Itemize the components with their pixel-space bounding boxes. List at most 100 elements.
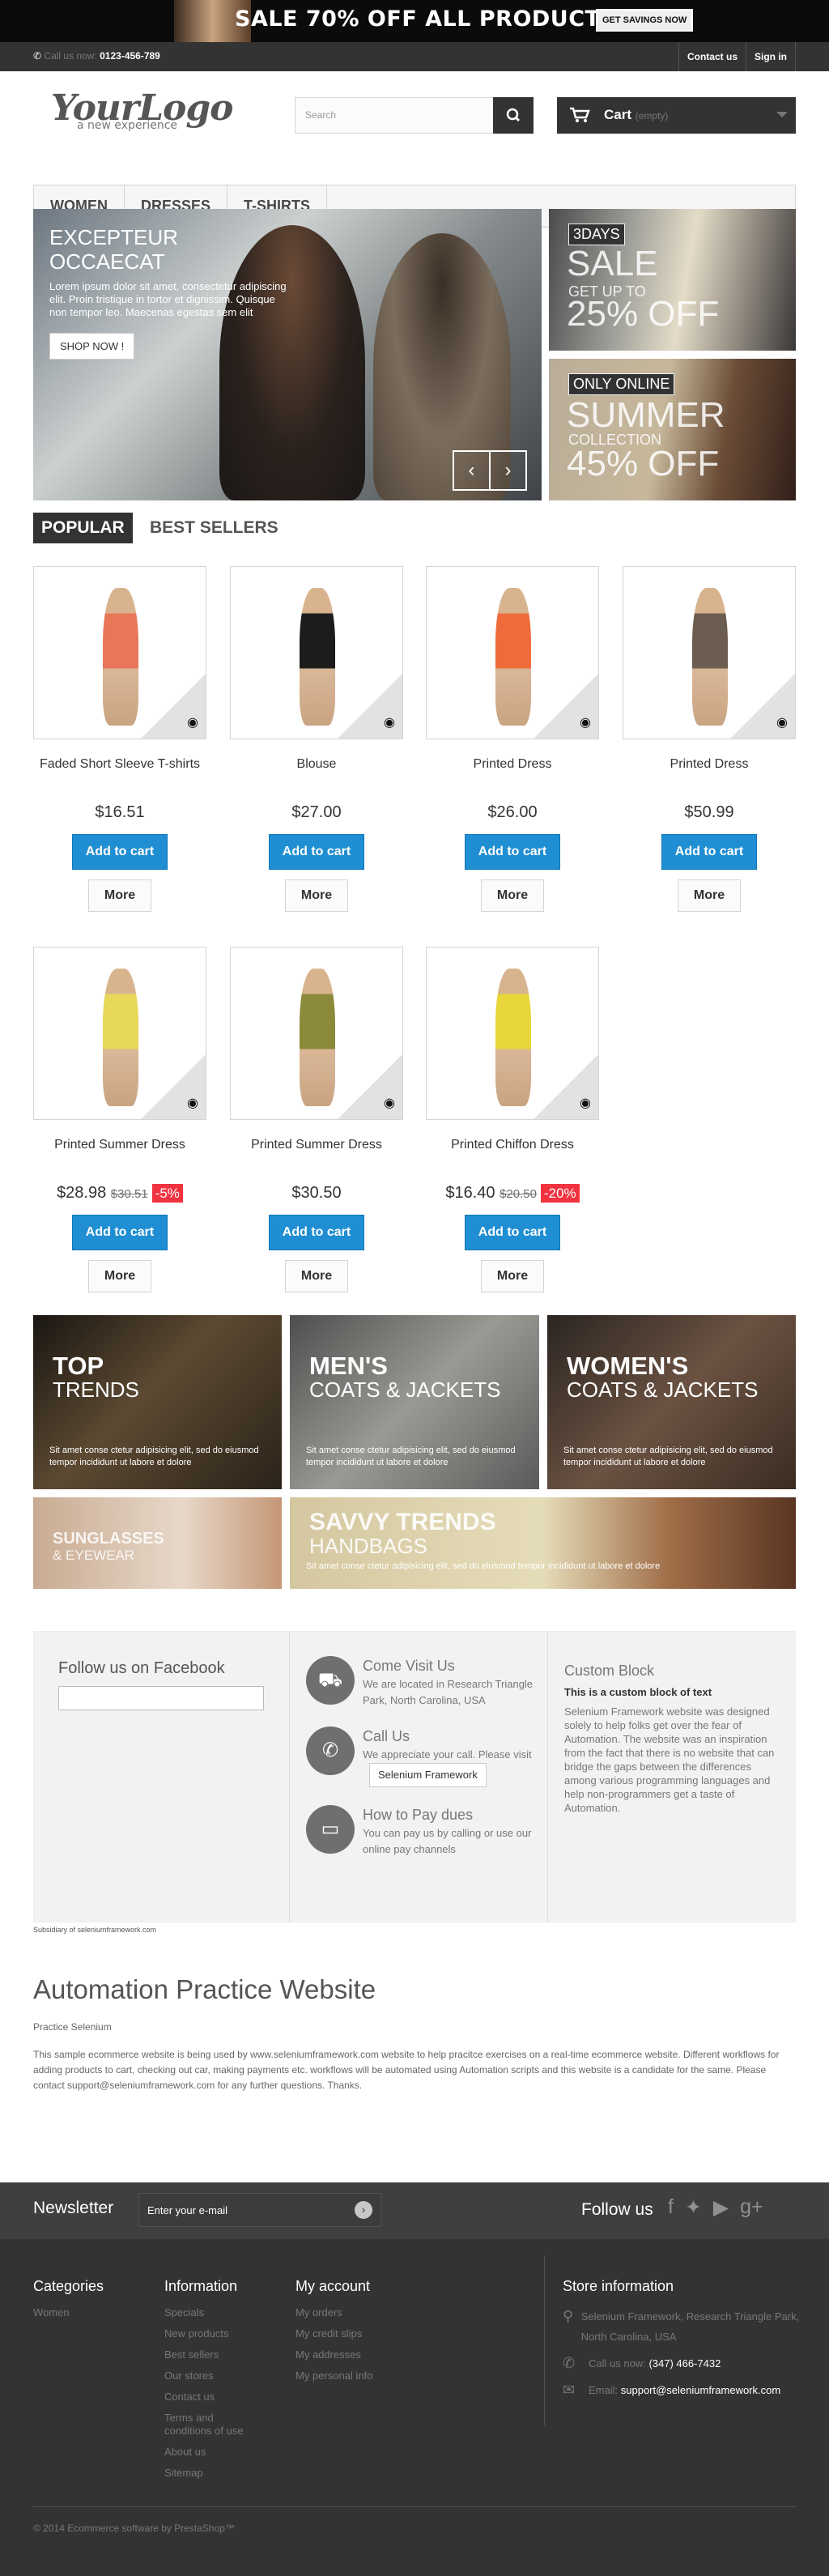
promo-womens-coats[interactable]: WOMEN'S COATS & JACKETS Sit amet conse c… [547,1315,796,1489]
add-to-cart-button[interactable]: Add to cart [71,1215,168,1250]
banner-summer-collection[interactable]: ONLY ONLINE SUMMER COLLECTION 45% OFF [549,359,796,500]
footer-col-title: My account [295,2278,371,2294]
add-to-cart-button[interactable]: Add to cart [71,834,168,870]
product-image[interactable]: ◉ [426,566,599,739]
product-name[interactable]: Printed Chiffon Dress [426,1136,599,1172]
cart-icon [570,107,590,122]
footer-link[interactable]: New products [164,2327,278,2340]
slide-image[interactable]: EXCEPTEUR OCCAECAT Lorem ipsum dolor sit … [33,209,542,500]
product-image[interactable]: ◉ [426,947,599,1120]
eye-icon[interactable]: ◉ [187,1095,198,1111]
eye-icon[interactable]: ◉ [580,714,591,730]
product-card[interactable]: ◉ Printed Dress $50.99 Add to cart More [623,566,796,912]
cart-button[interactable]: Cart (empty) [557,97,796,134]
footer-link[interactable]: Women [33,2306,104,2319]
footer-link[interactable]: Best sellers [164,2348,278,2361]
promo-subtitle: & EYEWEAR [53,1548,135,1563]
search-field[interactable]: Search [295,97,534,134]
product-card[interactable]: ◉ Printed Chiffon Dress $16.40 $20.50 -20% A… [426,947,599,1292]
footer-link[interactable]: My personal info [295,2369,372,2382]
more-button[interactable]: More [480,1260,545,1292]
store-email[interactable]: support@seleniumframework.com [621,2384,780,2396]
eye-icon[interactable]: ◉ [776,714,788,730]
add-to-cart-button[interactable]: Add to cart [268,834,365,870]
product-card[interactable]: ◉ Faded Short Sleeve T-shirts $16.51 Add t… [33,566,206,912]
product-name[interactable]: Blouse [230,756,403,791]
promo-handbags[interactable]: SAVVY TRENDS HANDBAGS Sit amet conse cte… [290,1497,796,1589]
product-name[interactable]: Printed Summer Dress [230,1136,403,1172]
product-name[interactable]: Printed Dress [426,756,599,791]
chevron-right-icon[interactable]: › [355,2201,372,2219]
more-button[interactable]: More [284,879,349,912]
facebook-widget[interactable] [58,1686,264,1710]
product-card[interactable]: ◉ Printed Summer Dress $30.50 Add to cart M… [230,947,403,1292]
copyright[interactable]: © 2014 Ecommerce software by PrestaShop™ [33,2523,235,2534]
product-price: $50.99 [684,803,734,821]
eye-icon[interactable]: ◉ [580,1095,591,1111]
add-to-cart-button[interactable]: Add to cart [661,834,758,870]
search-input[interactable]: Search [305,109,336,121]
get-savings-button[interactable]: GET SAVINGS NOW [596,9,694,32]
promo-subtitle: COATS & JACKETS [567,1377,759,1402]
add-to-cart-button[interactable]: Add to cart [268,1215,365,1250]
product-image[interactable]: ◉ [230,947,403,1120]
promo-sunglasses[interactable]: SUNGLASSES & EYEWEAR [33,1497,282,1589]
product-name[interactable]: Printed Dress [623,756,796,791]
eye-icon[interactable]: ◉ [384,714,395,730]
store-information: Store information ⚲ Selenium Framework, R… [544,2255,806,2425]
slider-next-button[interactable]: › [489,450,527,491]
banner-percent: 25% OFF [567,294,720,334]
shop-now-button[interactable]: SHOP NOW ! [49,333,135,360]
footer-link[interactable]: My orders [295,2306,372,2319]
more-button[interactable]: More [284,1260,349,1292]
product-card[interactable]: ◉ Printed Summer Dress $28.98 $30.51 -5% Add… [33,947,206,1292]
google-plus-icon[interactable]: g+ [740,2195,763,2220]
product-name[interactable]: Printed Summer Dress [33,1136,206,1172]
newsletter-email-field[interactable]: Enter your e-mail › [138,2193,381,2227]
footer-link[interactable]: Terms and conditions of use [164,2412,261,2438]
contact-us-link[interactable]: Contact us [678,42,746,71]
footer-link[interactable]: About us [164,2446,278,2459]
sign-in-link[interactable]: Sign in [746,42,796,71]
product-model-figure [692,588,728,726]
product-card[interactable]: ◉ Blouse $27.00 Add to cart More [230,566,403,912]
footer-link[interactable]: My addresses [295,2348,372,2361]
tab-best-sellers[interactable]: BEST SELLERS [142,513,287,543]
top-nav-bar: ✆ Call us now: 0123-456-789 Contact us S… [0,42,829,71]
more-button[interactable]: More [87,879,152,912]
tab-popular[interactable]: POPULAR [33,513,133,543]
newsletter-input[interactable]: Enter your e-mail [147,2204,227,2216]
promo-top-trends[interactable]: TOP TRENDS Sit amet conse ctetur adipisi… [33,1315,282,1489]
add-to-cart-button[interactable]: Add to cart [464,1215,561,1250]
cms-title: How to Pay dues [363,1807,474,1823]
more-button[interactable]: More [677,879,742,912]
youtube-icon[interactable]: ▶ [713,2195,729,2220]
top-promo-banner[interactable]: SALE 70% OFF ALL PRODUCTS GET SAVINGS NO… [0,0,829,42]
eye-icon[interactable]: ◉ [384,1095,395,1111]
footer-link[interactable]: Sitemap [164,2467,278,2480]
promo-mens-coats[interactable]: MEN'S COATS & JACKETS Sit amet conse cte… [290,1315,539,1489]
footer-link[interactable]: Our stores [164,2369,278,2382]
footer-link[interactable]: Contact us [164,2391,278,2404]
footer-link[interactable]: My credit slips [295,2327,372,2340]
banner-3days-sale[interactable]: 3DAYS SALE GET UP TO 25% OFF [549,209,796,351]
more-button[interactable]: More [480,879,545,912]
product-image[interactable]: ◉ [230,566,403,739]
selenium-framework-button[interactable]: Selenium Framework [369,1763,487,1787]
eye-icon[interactable]: ◉ [187,714,198,730]
product-name[interactable]: Faded Short Sleeve T-shirts [33,756,206,791]
search-button[interactable] [493,97,534,134]
product-image[interactable]: ◉ [33,566,206,739]
product-image[interactable]: ◉ [33,947,206,1120]
product-card[interactable]: ◉ Printed Dress $26.00 Add to cart More [426,566,599,912]
product-image[interactable]: ◉ [623,566,796,739]
more-button[interactable]: More [87,1260,152,1292]
phone-icon: ✆ [33,50,42,62]
add-to-cart-button[interactable]: Add to cart [464,834,561,870]
twitter-icon[interactable]: ✦ [685,2195,702,2220]
subsidiary-link[interactable]: Subsidiary of seleniumframework.com [33,1926,796,1974]
site-logo[interactable]: YourLogo a new experience [51,87,234,132]
footer-link[interactable]: Specials [164,2306,278,2319]
slider-prev-button[interactable]: ‹ [453,450,491,491]
facebook-icon[interactable]: f [668,2195,674,2220]
